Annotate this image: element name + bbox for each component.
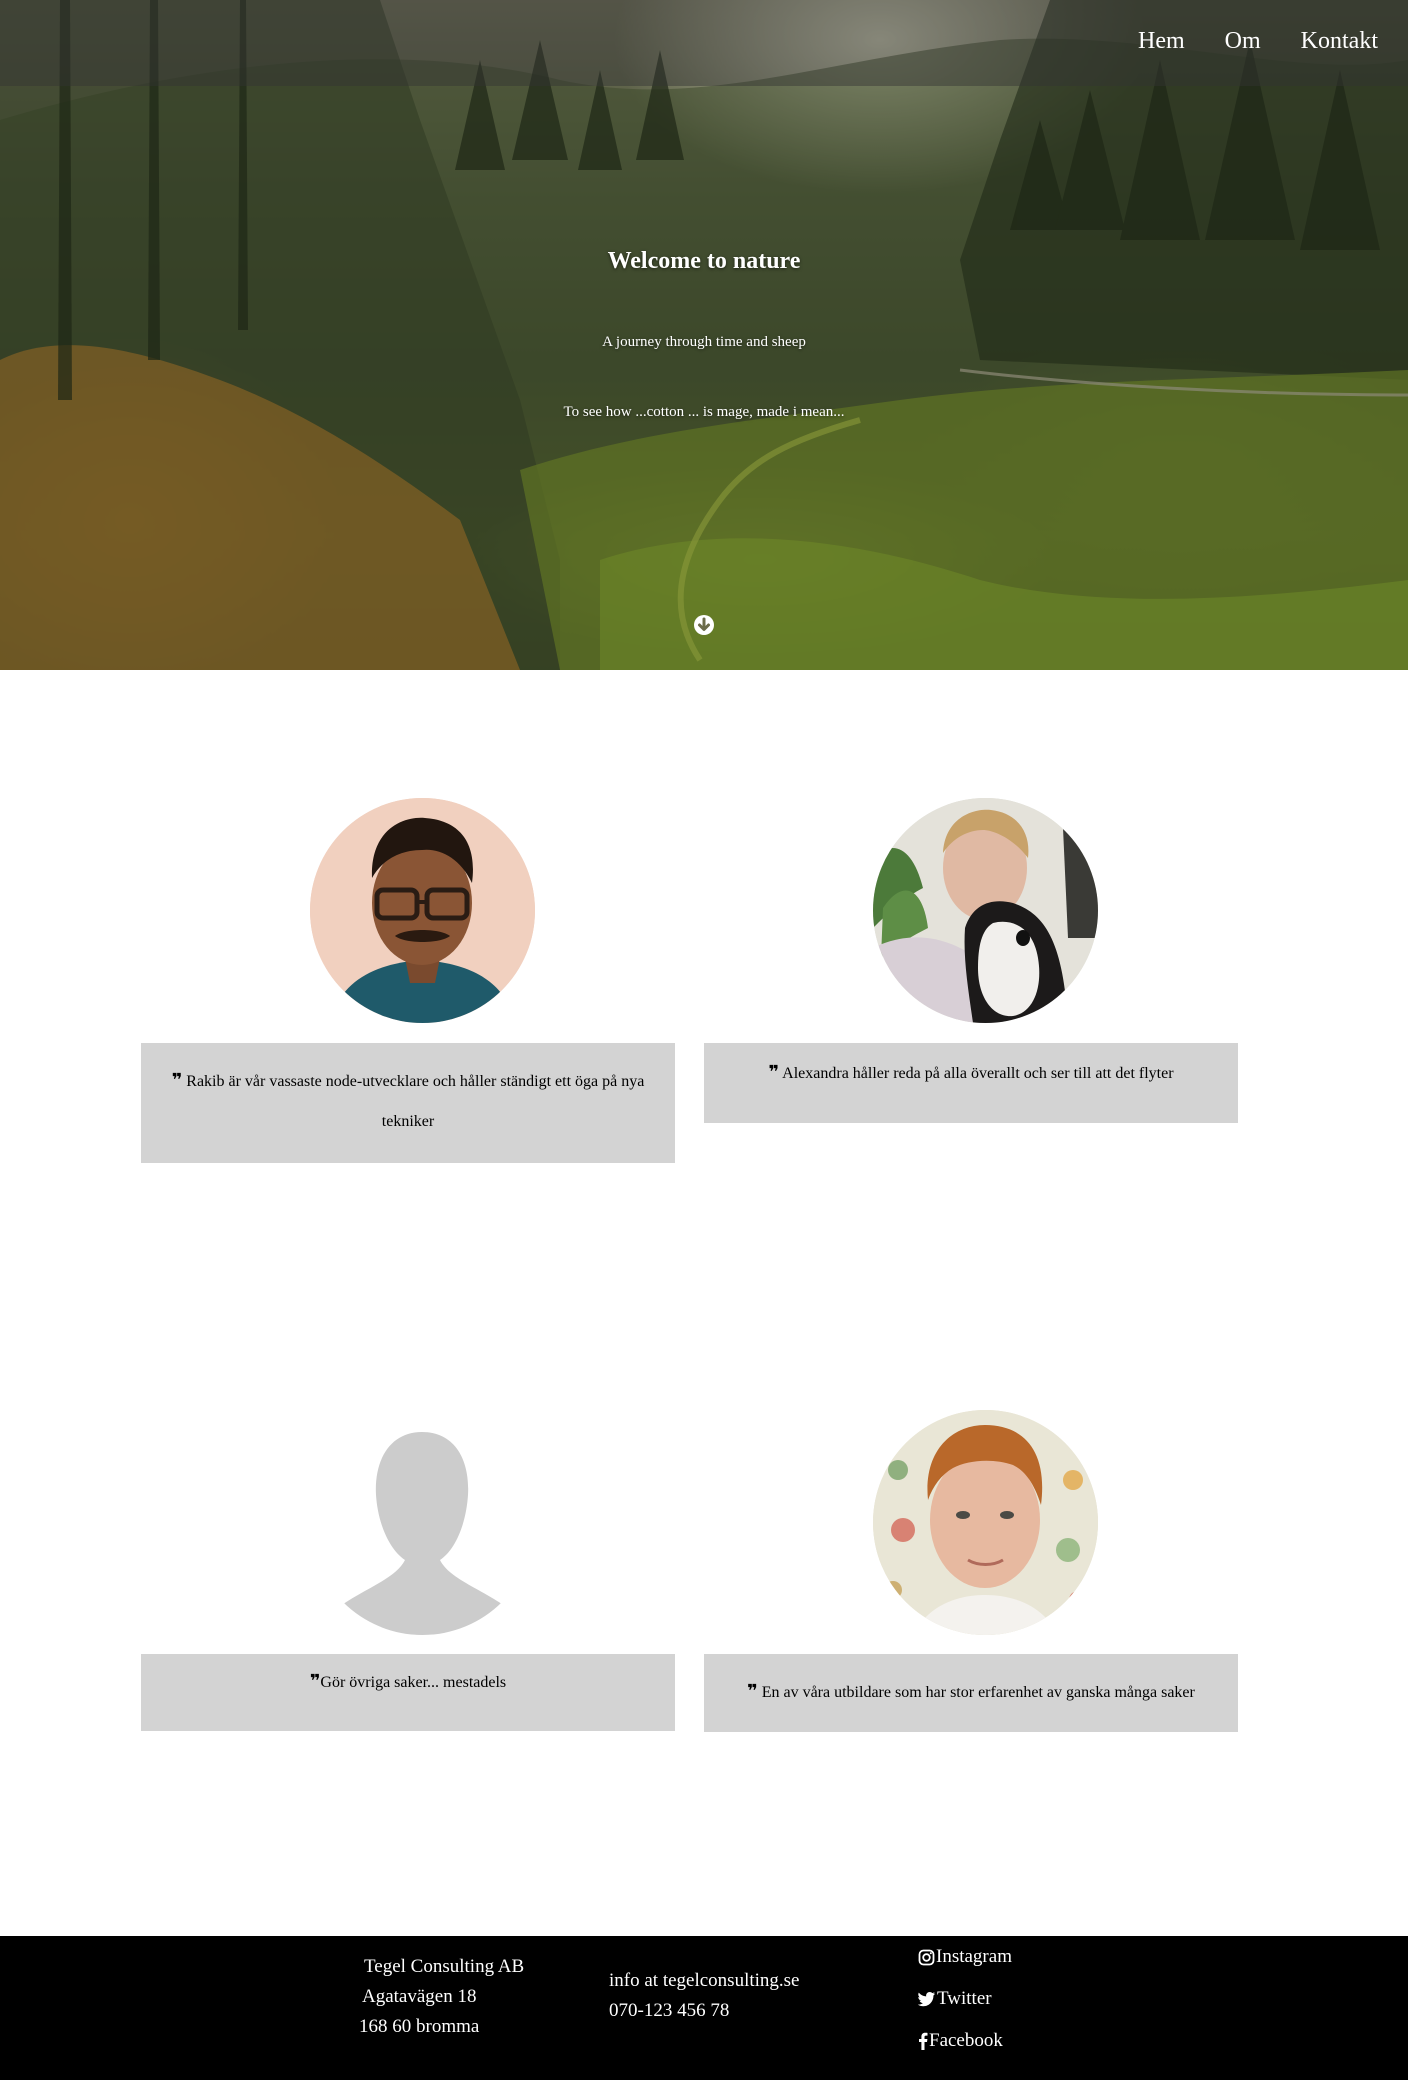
scroll-down-icon[interactable] [694, 615, 714, 635]
twitter-icon [918, 1992, 935, 2007]
footer-company: Tegel Consulting AB [364, 1956, 525, 1977]
footer-street: Agatavägen 18 [362, 1986, 477, 2007]
footer-email[interactable]: info at tegelconsulting.se [609, 1966, 799, 1996]
quote-icon: ❞ [768, 1062, 780, 1083]
social-label-facebook: Facebook [929, 2030, 1003, 2051]
quote-text-trainer: En av våra utbildare som har stor erfare… [761, 1684, 1195, 1701]
footer-contact: info at tegelconsulting.se 070-123 456 7… [609, 1966, 799, 2026]
quote-box-rakib: ❞ Rakib är vår vassaste node-utvecklare … [141, 1043, 675, 1163]
footer-address: Tegel Consulting AB Agatavägen 18 168 60… [359, 1952, 525, 2042]
social-link-twitter[interactable]: Twitter [918, 1978, 1012, 2020]
facebook-icon [919, 2032, 928, 2050]
quote-icon: ❞ [171, 1070, 183, 1091]
social-label-twitter: Twitter [937, 1988, 992, 2009]
quote-box-placeholder: ❞Gör övriga saker... mestadels [141, 1654, 675, 1731]
nav-link-om[interactable]: Om [1225, 28, 1261, 55]
hero-text: To see how ...cotton ... is mage, made i… [563, 404, 845, 420]
quote-box-alexandra: ❞ Alexandra håller reda på alla överallt… [704, 1043, 1238, 1123]
footer-phone: 070-123 456 78 [609, 2000, 730, 2021]
quote-icon: ❞ [747, 1681, 758, 1702]
instagram-icon [918, 1949, 935, 1965]
avatar-trainer [873, 1410, 1098, 1635]
top-navbar: Hem Om Kontakt [0, 0, 1408, 86]
social-label-instagram: Instagram [936, 1946, 1012, 1967]
quote-text-rakib: Rakib är vår vassaste node-utvecklare oc… [186, 1073, 645, 1130]
avatar-rakib [310, 798, 535, 1023]
hero-section: Hem Om Kontakt Welcome to nature A journ… [0, 0, 1408, 670]
quote-box-trainer: ❞ En av våra utbildare som har stor erfa… [704, 1654, 1238, 1732]
quote-icon: ❞ [309, 1671, 321, 1692]
hero-subtitle: A journey through time and sheep [602, 334, 806, 350]
footer: Tegel Consulting AB Agatavägen 18 168 60… [0, 1936, 1408, 2080]
nav-links: Hem Om Kontakt [1098, 28, 1378, 55]
nav-link-kontakt[interactable]: Kontakt [1301, 28, 1378, 55]
footer-social: Instagram Twitter Facebook [918, 1936, 1012, 2062]
quote-text-alexandra: Alexandra håller reda på alla överallt o… [782, 1065, 1174, 1082]
nav-link-hem[interactable]: Hem [1138, 28, 1185, 55]
footer-postal: 168 60 bromma [359, 2016, 480, 2037]
social-link-instagram[interactable]: Instagram [918, 1936, 1012, 1978]
avatar-alexandra [873, 798, 1098, 1023]
avatar-placeholder [310, 1410, 535, 1635]
hero-title: Welcome to nature [607, 248, 801, 274]
social-link-facebook[interactable]: Facebook [918, 2020, 1012, 2062]
quote-text-placeholder: Gör övriga saker... mestadels [320, 1674, 507, 1691]
